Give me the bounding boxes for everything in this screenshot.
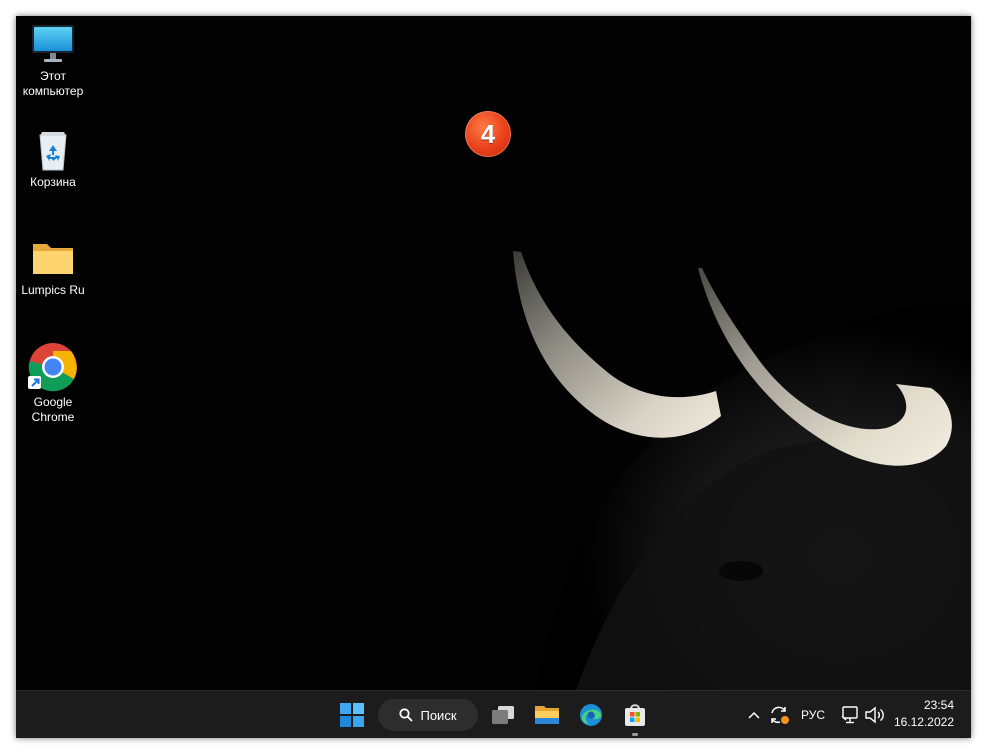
desktop-icon-google-chrome[interactable]: Google Chrome (16, 342, 91, 425)
desktop-icon-label: Этот компьютер (22, 69, 84, 98)
desktop-icon-lumpics-folder[interactable]: Lumpics Ru (16, 236, 91, 298)
task-view-icon (492, 706, 514, 724)
recycle-bin-icon (39, 132, 67, 171)
desktop-screen: Этот компьютер Корзина Lumpics Ru Google… (16, 16, 971, 738)
search-button[interactable]: Поиск (378, 699, 478, 731)
store-button[interactable] (620, 700, 650, 730)
clock-time: 23:54 (923, 698, 954, 712)
chevron-up-icon (748, 711, 760, 719)
file-explorer-button[interactable] (532, 700, 562, 730)
monitor-icon (32, 25, 74, 62)
input-language-indicator[interactable]: РУС (801, 708, 825, 722)
volume-icon (865, 706, 884, 724)
show-hidden-icons-button[interactable] (744, 705, 764, 725)
folder-icon (535, 706, 559, 724)
start-button[interactable] (337, 700, 367, 730)
sync-status-button[interactable] (766, 702, 792, 728)
chrome-icon (28, 343, 77, 392)
desktop-icon-label: Lumpics Ru (21, 283, 85, 297)
store-active-indicator (632, 733, 638, 736)
sync-icon (771, 706, 789, 724)
desktop-icon-label: Google Chrome (31, 395, 75, 424)
edge-button[interactable] (576, 700, 606, 730)
folder-icon (33, 244, 73, 274)
network-button[interactable] (839, 704, 861, 726)
desktop-icon-this-pc[interactable]: Этот компьютер (16, 22, 91, 99)
desktop-icon-recycle-bin[interactable]: Корзина (16, 128, 91, 190)
step-number-badge: 4 (465, 111, 511, 157)
network-icon (841, 706, 858, 724)
volume-button[interactable] (863, 704, 885, 726)
windows-start-icon (340, 703, 364, 727)
search-icon (399, 708, 414, 722)
desktop-icon-label: Корзина (30, 175, 76, 189)
edge-icon (580, 704, 602, 726)
system-clock[interactable]: 23:54 16.12.2022 (894, 697, 954, 731)
clock-date: 16.12.2022 (893, 715, 954, 729)
store-icon (625, 704, 645, 726)
taskbar: Поиск РУС 23:54 16.12.2022 (16, 690, 971, 738)
task-view-button[interactable] (488, 700, 518, 730)
search-label: Поиск (420, 707, 457, 723)
